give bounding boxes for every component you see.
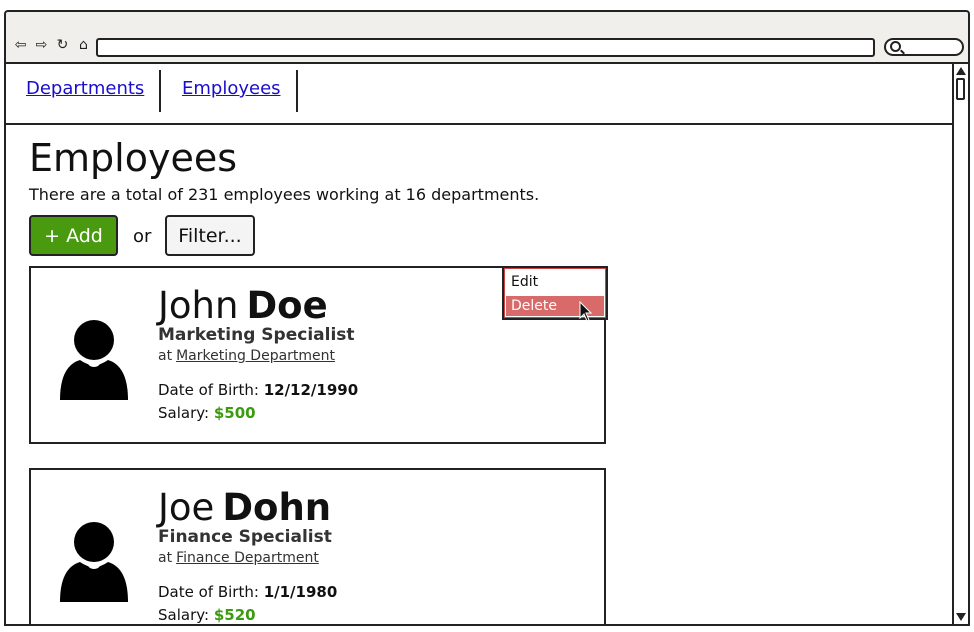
user-avatar-icon	[60, 522, 128, 602]
at-label: at	[158, 348, 173, 364]
employee-name: John Doe	[158, 284, 328, 327]
dob-value: 12/12/1990	[263, 381, 359, 399]
tab-employees[interactable]: Employees	[182, 78, 281, 99]
tab-divider	[159, 70, 161, 112]
employee-last-name: Dohn	[222, 486, 332, 529]
employee-first-name: Joe	[158, 486, 215, 529]
scroll-thumb[interactable]	[956, 78, 965, 100]
address-bar[interactable]	[96, 38, 875, 57]
dob-label: Date of Birth:	[158, 583, 259, 601]
search-icon	[890, 41, 901, 52]
tab-bar: Departments Employees	[6, 64, 952, 125]
employee-dob: Date of Birth: 1/1/1980	[158, 583, 337, 601]
add-employee-button[interactable]: + Add	[29, 215, 118, 256]
tab-divider	[296, 70, 298, 112]
user-avatar-icon	[60, 320, 128, 400]
browser-toolbar: ⇦ ⇨ ↻ ⌂	[4, 10, 970, 62]
salary-label: Salary:	[158, 606, 210, 624]
mouse-cursor-icon	[579, 301, 593, 322]
salary-value: $500	[213, 404, 256, 422]
or-label: or	[133, 226, 152, 247]
tab-departments[interactable]: Departments	[26, 78, 144, 99]
nav-icons: ⇦ ⇨ ↻ ⌂	[12, 37, 92, 53]
filter-button[interactable]: Filter...	[165, 215, 255, 256]
salary-value: $520	[213, 606, 256, 624]
home-icon[interactable]: ⌂	[75, 37, 92, 53]
page-viewport: Departments Employees Employees There ar…	[4, 62, 970, 626]
reload-icon[interactable]: ↻	[54, 37, 71, 53]
employee-department-line: at Marketing Department	[158, 348, 335, 364]
employee-salary: Salary: $500	[158, 404, 256, 422]
employee-first-name: John	[158, 284, 239, 327]
scroll-down-icon[interactable]	[956, 613, 966, 621]
scroll-up-icon[interactable]	[956, 67, 966, 75]
vertical-scrollbar[interactable]	[952, 64, 968, 624]
employee-name: Joe Dohn	[158, 486, 331, 529]
employee-department-line: at Finance Department	[158, 550, 319, 566]
dob-label: Date of Birth:	[158, 381, 259, 399]
employee-card[interactable]: Joe Dohn Finance Specialist at Finance Dep…	[29, 468, 606, 624]
back-icon[interactable]: ⇦	[12, 37, 29, 53]
department-link[interactable]: Marketing Department	[176, 348, 335, 364]
salary-label: Salary:	[158, 404, 210, 422]
dob-value: 1/1/1980	[263, 583, 338, 601]
employee-dob: Date of Birth: 12/12/1990	[158, 381, 358, 399]
employee-role: Marketing Specialist	[158, 325, 355, 345]
page-title: Employees	[29, 136, 237, 180]
forward-icon[interactable]: ⇨	[33, 37, 50, 53]
employee-role: Finance Specialist	[158, 527, 332, 547]
employee-salary: Salary: $520	[158, 606, 256, 624]
employee-summary: There are a total of 231 employees worki…	[29, 185, 540, 204]
at-label: at	[158, 550, 173, 566]
menu-item-edit[interactable]: Edit	[506, 272, 604, 292]
browser-search-field[interactable]	[884, 38, 964, 56]
employee-last-name: Doe	[246, 284, 328, 327]
department-link[interactable]: Finance Department	[176, 550, 319, 566]
